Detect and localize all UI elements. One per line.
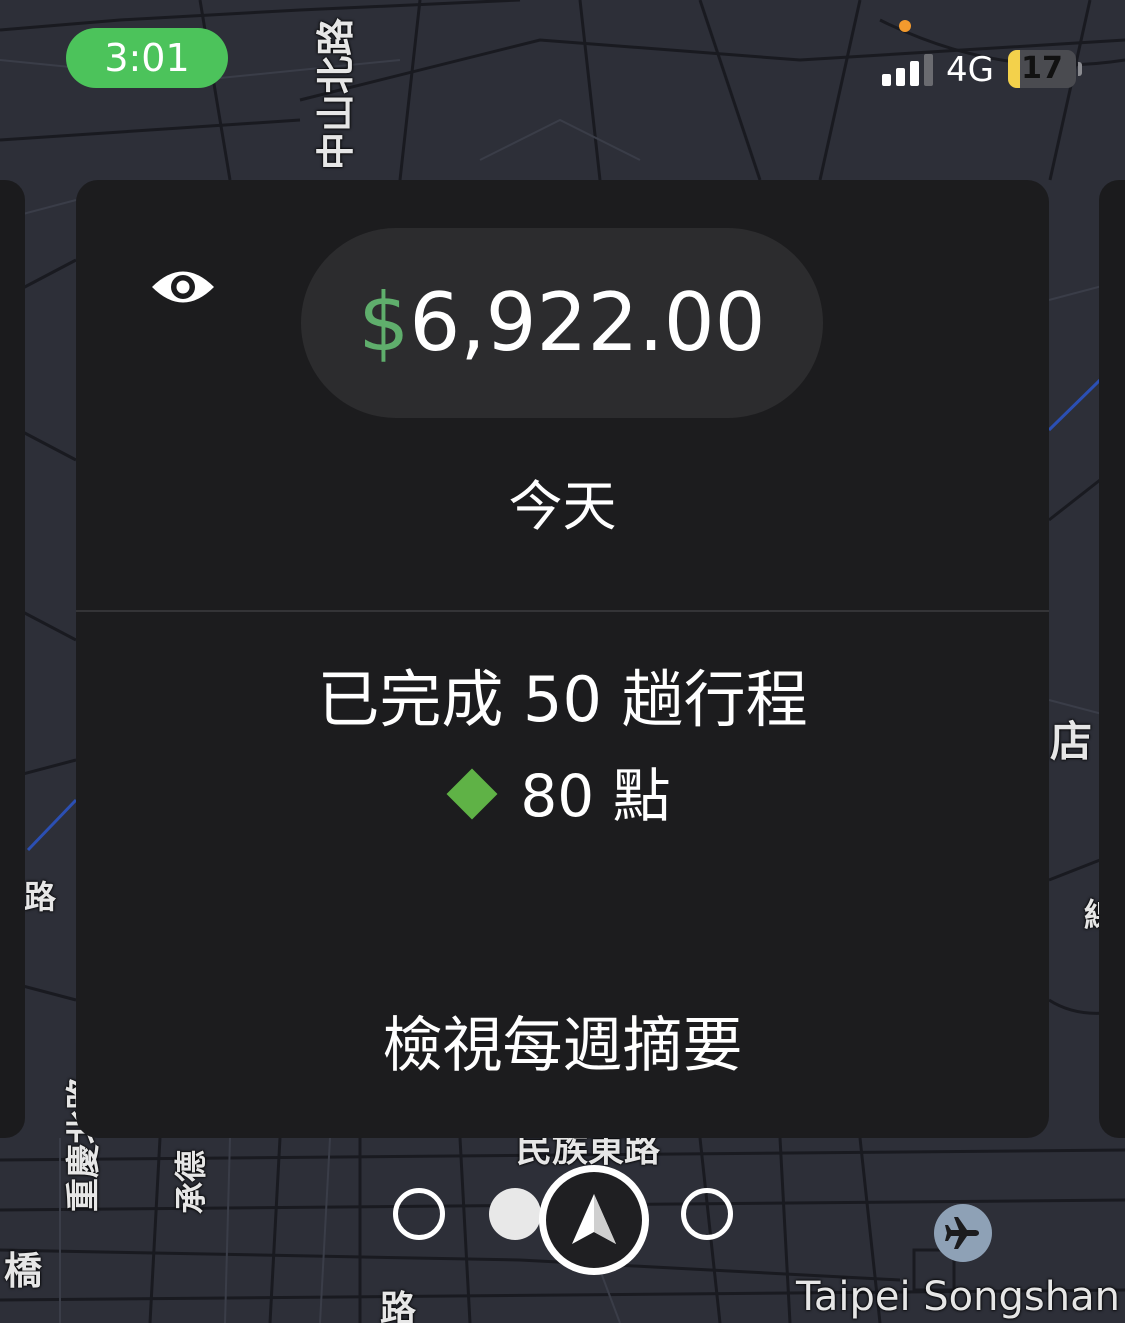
map-label-shop: 店 [1050, 717, 1093, 766]
pager-dot-1[interactable] [393, 1188, 445, 1240]
earnings-amount: 6,922.00 [409, 276, 766, 369]
next-card-peek[interactable] [1099, 180, 1125, 1138]
earnings-period: 今天 [508, 475, 617, 538]
view-weekly-summary-link[interactable]: 檢視每週摘要 [76, 1008, 1049, 1084]
eye-icon[interactable] [150, 262, 216, 312]
earnings-amount-pill[interactable]: $6,922.00 [301, 228, 823, 418]
currency-symbol: $ [358, 276, 410, 369]
map-label-bridge: 橋 [4, 1249, 43, 1293]
previous-card-peek[interactable] [0, 180, 25, 1138]
points-value: 80 點 [520, 762, 671, 830]
airplane-icon [945, 1217, 979, 1249]
battery-icon: 17 [1008, 50, 1076, 88]
card-divider [76, 610, 1049, 612]
completed-trips: 已完成 50 趟行程 [317, 663, 808, 736]
pager-dot-2[interactable] [489, 1188, 541, 1240]
battery-level: 17 [1021, 51, 1063, 86]
map-label-airport: Taipei Songshan [796, 1274, 1120, 1320]
diamond-icon [446, 768, 498, 820]
network-type: 4G [946, 50, 994, 90]
privacy-indicator-dot [899, 20, 911, 32]
map-label-chengde: 承德 [172, 1149, 210, 1214]
pager-dot-4[interactable] [681, 1188, 733, 1240]
recenter-button[interactable] [539, 1165, 649, 1275]
map-label-road: 路 [380, 1289, 417, 1323]
navigation-arrow-icon [572, 1194, 616, 1244]
status-time[interactable]: 3:01 [66, 28, 228, 88]
map-label-zhongshan-north-rd: 中山北路 [314, 17, 358, 170]
earnings-card[interactable]: $6,922.00 今天 已完成 50 趟行程 80 點 檢視每週摘要 [76, 180, 1049, 1138]
map-label-left-fragment: 路 [24, 878, 57, 916]
cellular-signal-icon [882, 52, 934, 86]
points-row: 80 點 [76, 758, 1049, 834]
screen: 中山北路 店 路 重慶北路一 承德 橋 民族東路 路 線 Taipei Song… [0, 0, 1125, 1323]
airport-marker[interactable] [934, 1204, 992, 1262]
battery-cap [1078, 62, 1082, 76]
